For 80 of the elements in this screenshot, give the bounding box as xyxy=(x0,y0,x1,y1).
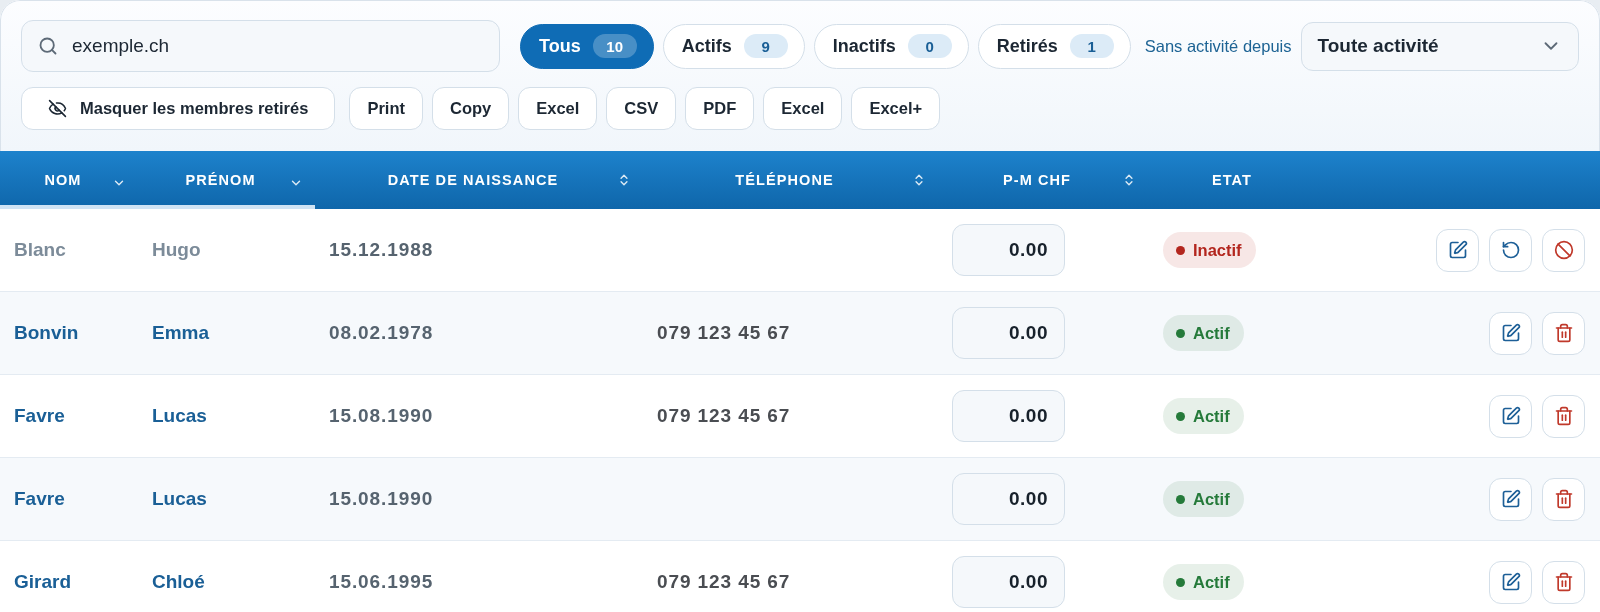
export-button[interactable]: Copy xyxy=(431,87,510,130)
counterclockwise-arrow-icon xyxy=(1500,240,1521,260)
last-name-cell: Blanc xyxy=(14,239,66,261)
trash-icon xyxy=(1553,323,1574,343)
export-button[interactable]: Excel xyxy=(763,87,843,130)
amount-field[interactable]: 0.00 xyxy=(952,390,1065,442)
trash-icon xyxy=(1553,406,1574,426)
status-label: Actif xyxy=(1193,489,1230,509)
export-button[interactable]: CSV xyxy=(606,87,677,130)
column-header[interactable]: TÉLÉPHONE xyxy=(643,151,938,209)
first-name-cell: Lucas xyxy=(152,488,207,510)
trash-icon xyxy=(1553,572,1574,592)
column-header[interactable]: NOM xyxy=(0,151,138,209)
phone-cell: 079 123 45 67 xyxy=(657,571,791,593)
inactivity-label: Sans activité depuis xyxy=(1144,36,1292,56)
column-header: ETAT xyxy=(1148,151,1314,209)
pen-square-icon xyxy=(1500,489,1521,509)
edit-button[interactable] xyxy=(1489,311,1532,355)
sort-icon xyxy=(912,173,926,187)
activity-select[interactable]: Toute activité xyxy=(1300,21,1579,71)
first-name-cell: Lucas xyxy=(152,405,207,427)
birth-date-cell: 15.08.1990 xyxy=(329,405,434,427)
count-badge: 9 xyxy=(743,34,788,58)
birth-date-cell: 08.02.1978 xyxy=(329,322,434,344)
pen-square-icon xyxy=(1500,406,1521,426)
phone-cell: 079 123 45 67 xyxy=(657,405,791,427)
count-badge: 0 xyxy=(907,34,952,58)
birth-date-cell: 15.08.1990 xyxy=(329,488,434,510)
count-badge: 10 xyxy=(592,34,637,58)
filter-tab[interactable]: Inactifs 0 xyxy=(813,23,969,69)
delete-button[interactable] xyxy=(1542,477,1585,521)
birth-date-cell: 15.12.1988 xyxy=(329,239,434,261)
first-name-cell: Chloé xyxy=(152,571,205,593)
export-button[interactable]: PDF xyxy=(685,87,755,130)
last-name-cell: Favre xyxy=(14,405,65,427)
edit-button[interactable] xyxy=(1489,477,1532,521)
last-name-cell: Girard xyxy=(14,571,72,593)
filter-tab[interactable]: Actifs 9 xyxy=(662,23,805,69)
last-name-cell: Favre xyxy=(14,488,65,510)
export-button[interactable]: Print xyxy=(349,87,423,130)
status-label: Inactif xyxy=(1193,240,1242,260)
export-button[interactable]: Excel xyxy=(518,87,598,130)
last-name-cell: Bonvin xyxy=(14,322,79,344)
edit-button[interactable] xyxy=(1489,560,1532,604)
eye-off-icon xyxy=(48,99,67,118)
filter-tab[interactable]: Tous 10 xyxy=(520,23,654,69)
delete-button[interactable] xyxy=(1542,560,1585,604)
birth-date-cell: 15.06.1995 xyxy=(329,571,434,593)
edit-button[interactable] xyxy=(1436,228,1479,272)
hide-retired-button[interactable]: Masquer les membres retirés xyxy=(21,87,336,130)
prohibition-icon xyxy=(1553,240,1574,260)
pen-square-icon xyxy=(1500,572,1521,592)
export-button[interactable]: Excel+ xyxy=(851,87,941,130)
column-header[interactable]: PRÉNOM xyxy=(138,151,315,209)
filter-tab[interactable]: Retirés 1 xyxy=(977,23,1131,69)
status-label: Actif xyxy=(1193,572,1230,592)
delete-button[interactable] xyxy=(1542,394,1585,438)
pen-square-icon xyxy=(1447,240,1468,260)
edit-button[interactable] xyxy=(1489,394,1532,438)
amount-field[interactable]: 0.00 xyxy=(952,224,1065,276)
count-badge: 1 xyxy=(1069,34,1114,58)
pen-square-icon xyxy=(1500,323,1521,343)
search-field[interactable]: exemple.ch xyxy=(21,20,500,72)
amount-field[interactable]: 0.00 xyxy=(952,307,1065,359)
delete-button[interactable] xyxy=(1542,311,1585,355)
amount-field[interactable]: 0.00 xyxy=(952,556,1065,608)
sort-icon xyxy=(1122,173,1136,187)
block-button[interactable] xyxy=(1542,228,1585,272)
phone-cell: 079 123 45 67 xyxy=(657,322,791,344)
search-icon xyxy=(38,36,58,56)
trash-icon xyxy=(1553,489,1574,509)
first-name-cell: Hugo xyxy=(152,239,201,261)
sort-icon xyxy=(617,173,631,187)
first-name-cell: Emma xyxy=(152,322,210,344)
amount-field[interactable]: 0.00 xyxy=(952,473,1065,525)
column-header[interactable]: DATE DE NAISSANCE xyxy=(315,151,643,209)
status-label: Actif xyxy=(1193,406,1230,426)
status-label: Actif xyxy=(1193,323,1230,343)
column-header[interactable]: P-M CHF xyxy=(938,151,1148,209)
restore-button[interactable] xyxy=(1489,228,1532,272)
